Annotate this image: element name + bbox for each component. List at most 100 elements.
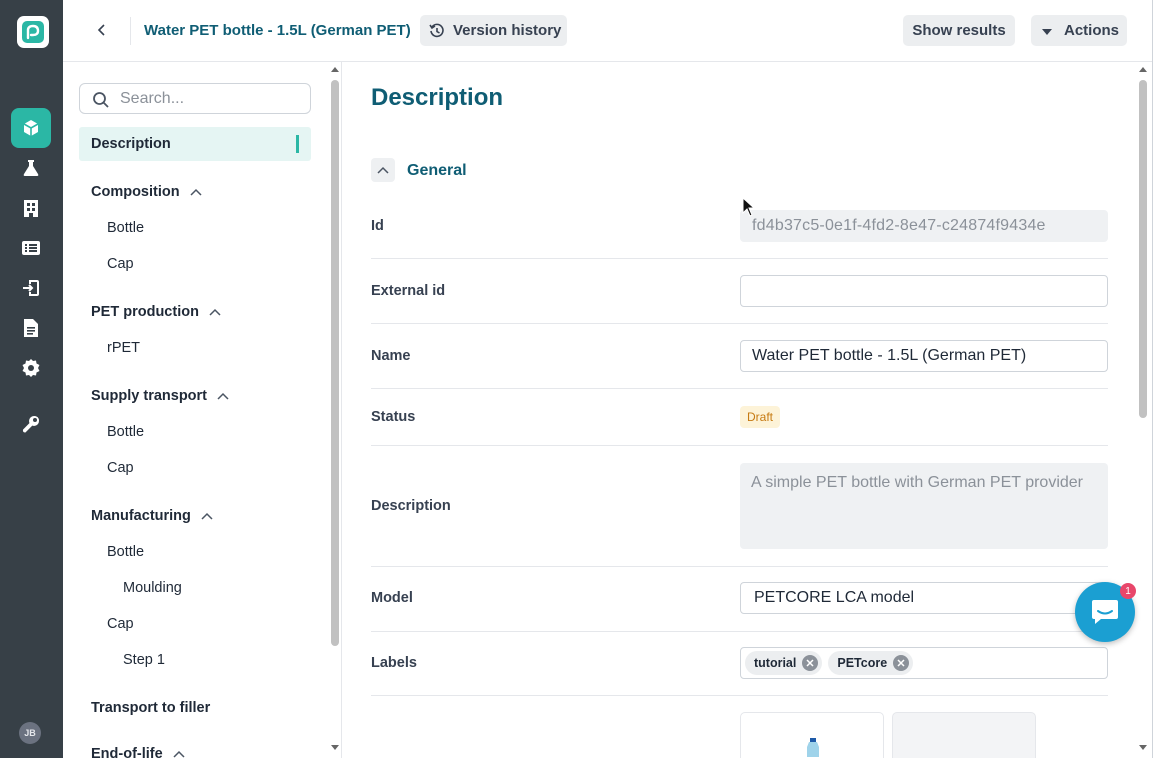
- gear-icon[interactable]: [11, 348, 51, 388]
- nav-item-cap[interactable]: Cap: [107, 256, 134, 272]
- nav-item-moulding[interactable]: Moulding: [123, 580, 182, 596]
- nav-item-rpet[interactable]: rPET: [107, 340, 140, 356]
- actions-label: Actions: [1064, 22, 1120, 39]
- add-image-placeholder[interactable]: [892, 712, 1036, 758]
- nav-item-step-1[interactable]: Step 1: [123, 652, 165, 668]
- nav-item-supply-transport[interactable]: Supply transport: [91, 388, 229, 404]
- cube-icon[interactable]: [11, 108, 51, 148]
- flask-icon[interactable]: [11, 148, 51, 188]
- logo-icon[interactable]: [17, 16, 49, 48]
- scrollbar-thumb[interactable]: [331, 80, 339, 646]
- nav-item-label: Manufacturing: [91, 508, 191, 524]
- nav-item-label: Transport to filler: [91, 700, 211, 716]
- chat-icon: [1092, 600, 1118, 624]
- scrollbar-thumb[interactable]: [1139, 80, 1147, 418]
- scroll-down-arrow[interactable]: [331, 745, 339, 750]
- field-row-status: Status Draft: [371, 389, 1108, 446]
- version-history-button[interactable]: Version history: [420, 15, 567, 46]
- top-bar: Water PET bottle - 1.5L (German PET) Ver…: [63, 0, 1153, 62]
- nav-item-manufacturing[interactable]: Manufacturing: [91, 508, 213, 524]
- nav-item-label: Cap: [107, 616, 134, 632]
- main-scrollbar[interactable]: [1135, 62, 1153, 758]
- nav-item-bottle[interactable]: Bottle: [107, 544, 144, 560]
- product-image-thumbnail[interactable]: [740, 712, 884, 758]
- id-field: fd4b37c5-0e1f-4fd2-8e47-c24874f9434e: [740, 210, 1108, 242]
- document-icon[interactable]: [11, 308, 51, 348]
- main-content: Description General Id fd4b37c5-0e1f-4fd…: [343, 62, 1135, 758]
- building-icon[interactable]: [11, 188, 51, 228]
- collapse-section-button[interactable]: [371, 158, 395, 182]
- bottle-image: [807, 738, 819, 757]
- nav-rail: JB: [0, 0, 63, 758]
- nav-item-label: Bottle: [107, 220, 145, 236]
- label-tag: PETcore: [828, 651, 914, 675]
- scroll-up-arrow[interactable]: [331, 67, 339, 72]
- active-indicator: [296, 135, 299, 153]
- field-label: Model: [371, 590, 413, 606]
- field-label: Name: [371, 348, 411, 364]
- field-label: Id: [371, 218, 384, 234]
- field-label: Status: [371, 409, 416, 425]
- caret-down-icon: [1042, 28, 1052, 35]
- chevron-up-icon: [190, 188, 202, 196]
- import-icon[interactable]: [11, 268, 51, 308]
- nav-item-bottle[interactable]: Bottle: [107, 424, 144, 440]
- chat-unread-badge: 1: [1120, 583, 1136, 599]
- nav-item-label: Bottle: [107, 424, 145, 440]
- external-id-field[interactable]: [740, 275, 1108, 307]
- list-icon[interactable]: [11, 228, 51, 268]
- wrench-icon[interactable]: [11, 404, 51, 444]
- nav-item-label: Cap: [107, 256, 134, 272]
- field-row-description: Description A simple PET bottle with Ger…: [371, 446, 1108, 567]
- labels-input[interactable]: tutorial PETcore: [740, 647, 1108, 679]
- field-row-model: Model PETCORE LCA model: [371, 567, 1108, 632]
- mouse-cursor-icon: [742, 197, 756, 217]
- section-sidebar: Description Composition Bottle Cap PET p…: [63, 62, 342, 758]
- remove-tag-icon[interactable]: [802, 655, 819, 671]
- nav-item-label: Composition: [91, 184, 180, 200]
- remove-tag-icon[interactable]: [893, 655, 910, 671]
- model-select[interactable]: PETCORE LCA model: [740, 582, 1108, 614]
- search-input[interactable]: [120, 88, 300, 110]
- nav-item-cap[interactable]: Cap: [107, 460, 134, 476]
- nav-item-pet-production[interactable]: PET production: [91, 304, 221, 320]
- page-breadcrumb-title: Water PET bottle - 1.5L (German PET): [144, 22, 411, 39]
- chat-button[interactable]: 1: [1075, 582, 1136, 642]
- nav-item-cap[interactable]: Cap: [107, 616, 134, 632]
- show-results-label: Show results: [912, 22, 1006, 39]
- label-tag: tutorial: [745, 651, 823, 675]
- scroll-down-arrow[interactable]: [1139, 745, 1147, 750]
- page-title: Description: [371, 84, 504, 111]
- avatar[interactable]: JB: [19, 722, 41, 744]
- description-field[interactable]: A simple PET bottle with German PET prov…: [740, 463, 1108, 549]
- name-field[interactable]: Water PET bottle - 1.5L (German PET): [740, 340, 1108, 372]
- chevron-left-icon: [97, 24, 105, 36]
- version-history-label: Version history: [453, 22, 562, 39]
- actions-button[interactable]: Actions: [1031, 15, 1127, 46]
- field-row-external-id: External id: [371, 259, 1108, 324]
- show-results-button[interactable]: Show results: [903, 15, 1015, 46]
- search-icon: [93, 92, 109, 108]
- nav-item-transport-to-filler[interactable]: Transport to filler: [91, 700, 210, 716]
- sidebar-scrollbar[interactable]: [328, 62, 341, 758]
- scroll-up-arrow[interactable]: [1139, 67, 1147, 72]
- label-tag-text: tutorial: [754, 656, 797, 670]
- nav-item-label: Moulding: [123, 580, 182, 596]
- field-label: Labels: [371, 655, 417, 671]
- nav-item-bottle[interactable]: Bottle: [107, 220, 144, 236]
- section-title: General: [407, 162, 467, 179]
- nav-item-label: Step 1: [123, 652, 165, 668]
- chevron-up-icon: [217, 392, 229, 400]
- nav-item-label: Supply transport: [91, 388, 208, 404]
- back-button[interactable]: [89, 16, 115, 44]
- field-row-id: Id fd4b37c5-0e1f-4fd2-8e47-c24874f9434e: [371, 196, 1108, 259]
- nav-item-description[interactable]: Description: [91, 136, 171, 152]
- field-row-labels: Labels tutorial PETcore: [371, 632, 1108, 696]
- chevron-up-icon: [201, 512, 213, 520]
- nav-item-label: End-of-life: [91, 746, 163, 758]
- search-box[interactable]: [79, 83, 311, 114]
- nav-item-end-of-life[interactable]: End-of-life: [91, 746, 185, 758]
- chevron-up-icon: [209, 308, 221, 316]
- status-badge: Draft: [740, 406, 781, 428]
- nav-item-composition[interactable]: Composition: [91, 184, 202, 200]
